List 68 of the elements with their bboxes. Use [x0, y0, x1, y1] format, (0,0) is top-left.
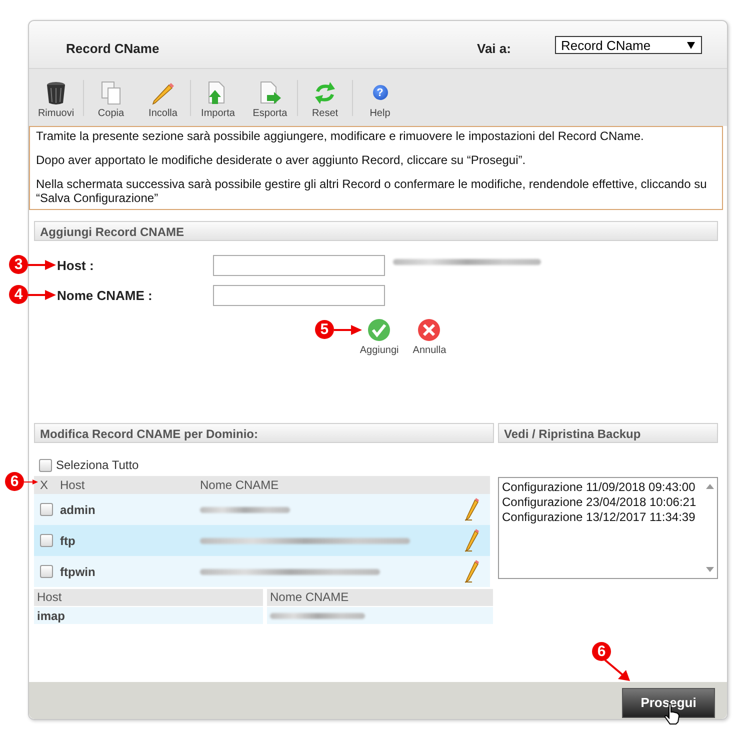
checkbox[interactable]	[40, 534, 53, 547]
toolbar-button[interactable]: Esporta	[249, 76, 291, 118]
checkbox[interactable]	[39, 458, 52, 472]
toolbar-button[interactable]: Copia	[90, 76, 132, 118]
input-field[interactable]	[213, 284, 385, 306]
copy-icon	[100, 80, 122, 104]
annotation-number: 3	[9, 255, 28, 274]
host-cell: imap	[34, 607, 263, 624]
field-label: Nome CNAME :	[57, 288, 154, 302]
arrow-icon	[28, 260, 56, 270]
trash-icon	[45, 80, 67, 104]
column-header: Host	[34, 589, 263, 606]
pencil-icon[interactable]	[464, 559, 480, 583]
section-header: Modifica Record CNAME per Dominio:	[34, 423, 494, 443]
column-header: Host	[59, 478, 86, 492]
checkmark-icon	[367, 318, 392, 342]
pencil-icon[interactable]	[464, 497, 480, 521]
annotation-number: 5	[314, 320, 334, 339]
action-button[interactable]: Aggiungi	[360, 318, 399, 356]
arrow-icon	[334, 324, 362, 334]
checkbox-label: Seleziona Tutto	[56, 458, 139, 472]
table-row[interactable]: admin	[34, 494, 490, 525]
column-header: X	[39, 478, 50, 492]
host-cell-text: ftp	[59, 534, 76, 548]
continue-button[interactable]: Prosegui	[622, 688, 715, 718]
toolbar-button[interactable]: ? Help	[359, 76, 401, 118]
backup-item[interactable]: Configurazione 23/04/2018 10:06:21	[502, 495, 700, 510]
dropdown-caret-icon	[687, 42, 695, 48]
arrow-icon	[28, 290, 56, 300]
refresh-icon	[313, 80, 337, 104]
info-text: Nella schermata successiva sarà possibile gestire gli altri Record o confermare le modifiche, rendendole effettive, cliccando su “Salva Configurazione”	[36, 177, 708, 205]
info-text: Dopo aver apportato le modifiche desiderate o aver aggiunto Record, cliccare su “Prosegui”.	[36, 153, 527, 167]
scroll-up-icon[interactable]	[706, 484, 714, 489]
goto-label: Vai a:	[477, 41, 511, 56]
backup-item[interactable]: Configurazione 13/12/2017 11:34:39	[502, 510, 700, 525]
host-cell-text: admin	[59, 502, 96, 516]
toolbar-button[interactable]: Rimuovi	[35, 76, 77, 118]
input-field[interactable]	[213, 254, 385, 276]
export-icon	[258, 80, 282, 104]
host-cell-text: ftpwin	[59, 564, 96, 578]
pencil-icon	[151, 80, 175, 104]
toolbar-button[interactable]: Incolla	[142, 76, 184, 118]
table-row[interactable]: ftpwin	[34, 556, 490, 587]
backup-list[interactable]: Configurazione 11/09/2018 09:43:00 Configurazione 23/04/2018 10:06:21 Configurazione 13/12/2017 11:34:39	[498, 477, 718, 579]
field-label: Host :	[57, 258, 95, 272]
goto-dropdown[interactable]: Record CName	[555, 36, 702, 54]
column-header: Nome CNAME	[200, 478, 280, 492]
page-title: Record CName	[66, 41, 160, 56]
scroll-down-icon[interactable]	[706, 567, 714, 572]
section-header: Vedi / Ripristina Backup	[498, 423, 718, 443]
checkbox[interactable]	[40, 565, 53, 578]
annotation-number: 4	[9, 285, 28, 304]
toolbar-button[interactable]: Reset	[304, 76, 346, 118]
arrow-icon	[602, 657, 632, 683]
toolbar-button[interactable]: Importa	[197, 76, 239, 118]
arrow-icon	[24, 478, 38, 486]
pencil-icon[interactable]	[464, 528, 480, 552]
checkbox[interactable]	[40, 503, 53, 516]
column-header: Nome CNAME	[267, 589, 493, 606]
close-icon	[417, 318, 442, 342]
backup-item[interactable]: Configurazione 11/09/2018 09:43:00	[502, 480, 700, 495]
action-button[interactable]: Annulla	[412, 318, 446, 356]
annotation-number: 6	[5, 472, 24, 491]
section-header: Aggiungi Record CNAME	[34, 221, 718, 241]
info-text: Tramite la presente sezione sarà possibile aggiungere, modificare e rimuovere le impostazioni del Record CName.	[36, 129, 645, 143]
help-icon: ?	[372, 85, 388, 100]
annotation-number: 6	[592, 642, 611, 661]
table-row[interactable]: ftp	[34, 525, 490, 556]
